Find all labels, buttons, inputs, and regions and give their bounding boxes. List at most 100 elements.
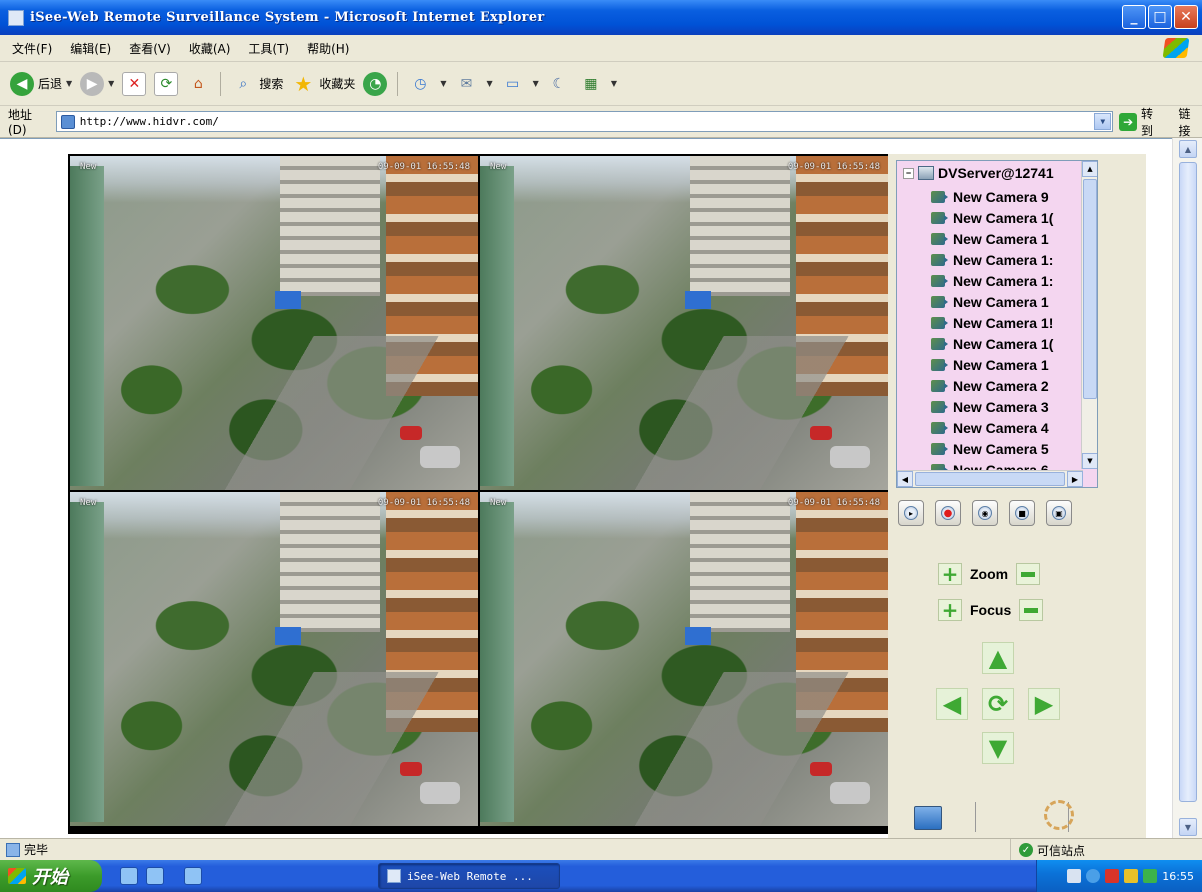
chevron-down-icon[interactable]: ▼ — [487, 79, 493, 88]
minimize-button[interactable]: _ — [1122, 5, 1146, 29]
tree-vertical-scrollbar[interactable]: ▲ ▼ — [1081, 161, 1097, 469]
focus-out-button[interactable] — [1019, 599, 1044, 621]
tree-horizontal-scrollbar[interactable]: ◀ ▶ — [897, 470, 1083, 487]
scroll-left-icon[interactable]: ◀ — [897, 471, 913, 487]
scroll-up-icon[interactable]: ▲ — [1082, 161, 1097, 177]
tree-scroll-thumb[interactable] — [1083, 179, 1097, 399]
camera-view-2[interactable]: New 09-09-01 16:55:48 — [480, 156, 888, 490]
play-button[interactable]: ▸ — [898, 500, 924, 526]
chevron-down-icon: ▼ — [66, 79, 73, 88]
scroll-down-icon[interactable]: ▼ — [1082, 453, 1097, 469]
capture-icon: ◉ — [978, 506, 992, 520]
pan-right-button[interactable]: ▶ — [1028, 688, 1060, 720]
scroll-thumb[interactable] — [1179, 162, 1197, 802]
favorites-button[interactable]: ★ 收藏夹 — [291, 72, 355, 96]
playback-controls: ▸ ● ◉ ■ ▣ — [898, 500, 1072, 526]
chevron-down-icon[interactable]: ▼ — [533, 79, 539, 88]
mail-icon[interactable]: ✉ — [455, 72, 479, 96]
capture-button[interactable]: ◉ — [972, 500, 998, 526]
pan-down-button[interactable]: ▼ — [982, 732, 1014, 764]
volume-icon[interactable] — [1143, 869, 1158, 883]
tree-camera-item[interactable]: New Camera 1 — [931, 228, 1053, 249]
media-icon[interactable]: ◔ — [363, 71, 388, 96]
app-icon[interactable] — [184, 867, 202, 885]
menu-tools[interactable]: 工具(T) — [248, 40, 289, 57]
menu-help[interactable]: 帮助(H) — [307, 40, 349, 57]
zoom-out-button[interactable] — [1016, 563, 1041, 585]
tree-hscroll-thumb[interactable] — [915, 472, 1065, 486]
edit-icon[interactable]: ▭ — [501, 72, 525, 96]
tree-camera-item[interactable]: New Camera 5 — [931, 438, 1053, 459]
plus-icon: + — [941, 598, 959, 622]
tree-camera-item[interactable]: New Camera 1! — [931, 312, 1053, 333]
home-icon[interactable]: ⌂ — [186, 72, 210, 96]
tree-root-server[interactable]: − DVServer@12741 — [903, 165, 1054, 181]
address-dropdown-icon[interactable]: ▼ — [1094, 113, 1112, 130]
tree-camera-item[interactable]: New Camera 4 — [931, 417, 1053, 438]
tree-camera-item[interactable]: New Camera 3 — [931, 396, 1053, 417]
chevron-down-icon[interactable]: ▼ — [440, 79, 446, 88]
search-button[interactable]: ⌕ 搜索 — [231, 72, 283, 96]
camera-label: New Camera 2 — [953, 377, 1049, 394]
stop-icon[interactable]: ✕ — [122, 71, 147, 96]
auto-rotate-button[interactable]: ⟳ — [982, 688, 1014, 720]
camera-label: New Camera 4 — [953, 419, 1049, 436]
scroll-down-icon[interactable]: ▼ — [1179, 818, 1197, 836]
camera-view-1[interactable]: New 09-09-01 16:55:48 — [70, 156, 478, 490]
tree-camera-item[interactable]: New Camera 1 — [931, 354, 1053, 375]
focus-in-button[interactable]: + — [938, 599, 962, 621]
chevron-down-icon[interactable]: ▼ — [611, 79, 617, 88]
address-input[interactable]: http://www.hidvr.com/ ▼ — [55, 111, 1114, 132]
menu-view[interactable]: 查看(V) — [129, 40, 171, 57]
keyboard-icon[interactable] — [1067, 869, 1082, 883]
network-icon[interactable] — [1086, 869, 1101, 883]
camera-view-4[interactable]: New 09-09-01 16:55:48 — [480, 492, 888, 826]
research-icon[interactable]: ▦ — [579, 72, 603, 96]
tree-camera-item[interactable]: New Camera 1( — [931, 333, 1053, 354]
camera-icon — [931, 274, 948, 287]
network-monitor-icon[interactable] — [914, 806, 942, 830]
back-button[interactable]: ◀ 后退 ▼ — [10, 71, 73, 96]
history-icon[interactable]: ◷ — [408, 72, 432, 96]
show-desktop-icon[interactable] — [120, 867, 138, 885]
scroll-up-icon[interactable]: ▲ — [1179, 140, 1197, 158]
taskbar-window-button[interactable]: iSee-Web Remote ... — [378, 863, 560, 889]
snapshot-button[interactable]: ▣ — [1046, 500, 1072, 526]
settings-icon[interactable] — [1044, 800, 1074, 830]
chat-icon[interactable] — [1124, 869, 1139, 883]
arrow-up-icon: ▲ — [988, 644, 1008, 672]
collapse-icon[interactable]: − — [903, 167, 914, 179]
scroll-right-icon[interactable]: ▶ — [1067, 471, 1083, 487]
security-zone: ✓ 可信站点 — [1010, 839, 1085, 861]
tree-camera-item[interactable]: New Camera 1( — [931, 207, 1053, 228]
tree-camera-item[interactable]: New Camera 2 — [931, 375, 1053, 396]
menu-file[interactable]: 文件(F) — [12, 40, 52, 57]
messenger-icon[interactable]: ☾ — [547, 72, 571, 96]
menu-edit[interactable]: 编辑(E) — [70, 40, 111, 57]
links-button[interactable]: 链接 — [1178, 105, 1202, 139]
pan-left-button[interactable]: ◀ — [936, 688, 968, 720]
refresh-icon[interactable]: ⟳ — [154, 71, 179, 96]
camera-label: New Camera 1( — [953, 335, 1054, 352]
ie-icon[interactable] — [146, 867, 164, 885]
forward-arrow-icon: ▶ — [80, 71, 105, 96]
device-tree[interactable]: − DVServer@12741 New Camera 9 New Camera… — [896, 160, 1098, 488]
forward-button[interactable]: ▶ ▼ — [80, 71, 114, 96]
pan-up-button[interactable]: ▲ — [982, 642, 1014, 674]
rotate-icon: ⟳ — [987, 690, 1009, 718]
camera-view-3[interactable]: New 09-09-01 16:55:48 — [70, 492, 478, 826]
tree-camera-item[interactable]: New Camera 1 — [931, 291, 1053, 312]
record-button[interactable]: ● — [935, 500, 961, 526]
start-button[interactable]: 开始 — [0, 860, 102, 892]
maximize-button[interactable]: □ — [1148, 5, 1172, 29]
page-scrollbar[interactable]: ▲ ▼ — [1172, 138, 1202, 838]
tree-camera-item[interactable]: New Camera 1: — [931, 249, 1053, 270]
close-button[interactable]: ✕ — [1174, 5, 1198, 29]
zoom-in-button[interactable]: + — [938, 563, 962, 585]
go-button[interactable]: ➔ 转到 — [1119, 105, 1164, 139]
tree-camera-item[interactable]: New Camera 9 — [931, 186, 1053, 207]
security-shield-icon[interactable] — [1105, 869, 1120, 883]
menu-favorites[interactable]: 收藏(A) — [189, 40, 231, 57]
tree-camera-item[interactable]: New Camera 1: — [931, 270, 1053, 291]
stop-button[interactable]: ■ — [1009, 500, 1035, 526]
